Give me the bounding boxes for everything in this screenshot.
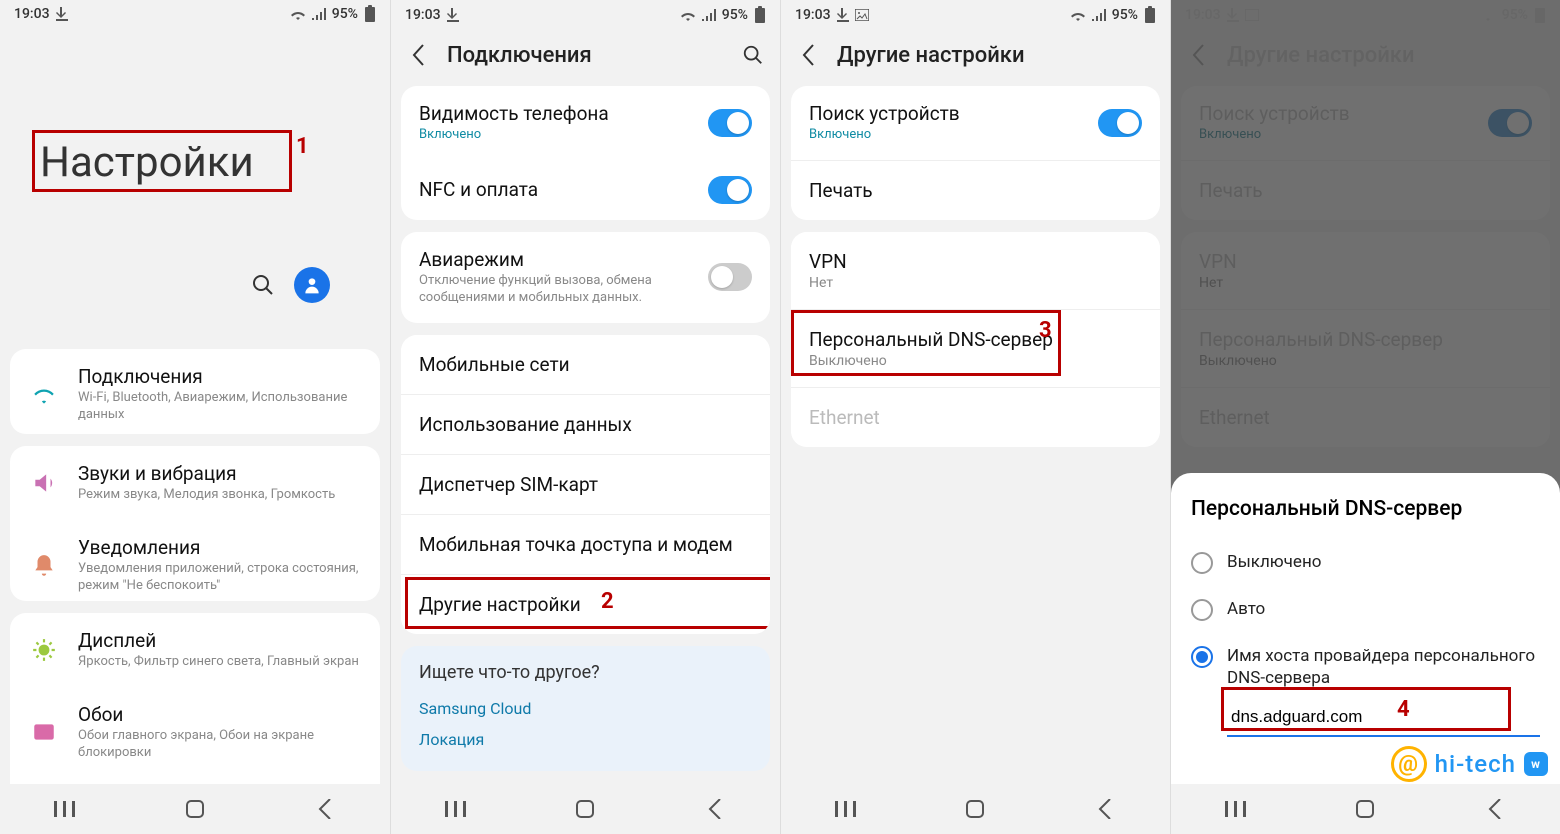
nav-bar: [391, 784, 780, 834]
annotation-number-3: 3: [1039, 318, 1052, 343]
wifi-icon: [290, 8, 306, 20]
nav-recents[interactable]: [1206, 794, 1266, 824]
row-airplane[interactable]: Авиарежим Отключение функций вызова, обм…: [401, 232, 770, 323]
radio-icon: [1191, 552, 1213, 574]
screen-settings-main: 19:03 95% Настройки 1: [0, 0, 390, 834]
download-icon: [56, 7, 68, 21]
back-icon[interactable]: [795, 42, 821, 68]
toggle-phone-visibility[interactable]: [708, 109, 752, 137]
annotation-number-2: 2: [601, 589, 614, 614]
link-location[interactable]: Локация: [419, 724, 752, 755]
battery-icon: [364, 5, 376, 23]
row-phone-visibility[interactable]: Видимость телефона Включено: [401, 86, 770, 160]
annotation-number-4: 4: [1397, 697, 1410, 722]
row-hotspot[interactable]: Мобильная точка доступа и модем: [401, 514, 770, 574]
status-bar: 19:03 95%: [391, 0, 780, 30]
nav-back[interactable]: [295, 794, 355, 824]
search-icon[interactable]: [740, 42, 766, 68]
nav-home[interactable]: [945, 794, 1005, 824]
radio-hostname[interactable]: Имя хоста провайдера персонального DNS-с…: [1191, 633, 1540, 749]
annotation-number-1: 1: [296, 134, 309, 159]
dialog-title: Персональный DNS-сервер: [1191, 497, 1540, 521]
toggle-airplane[interactable]: [708, 263, 752, 291]
link-samsung-cloud[interactable]: Samsung Cloud: [419, 693, 752, 724]
nav-home[interactable]: [555, 794, 615, 824]
nav-back[interactable]: [1075, 794, 1135, 824]
page-title: Настройки: [40, 138, 254, 187]
signal-icon: [702, 9, 716, 21]
dns-hostname-input[interactable]: [1227, 699, 1540, 737]
row-ethernet: Ethernet: [791, 387, 1160, 447]
watermark: @ hi-tech w: [1391, 746, 1548, 782]
sound-icon: [28, 467, 60, 499]
back-icon[interactable]: [405, 42, 431, 68]
row-more-settings[interactable]: Другие настройки: [401, 575, 770, 634]
row-wallpaper[interactable]: Обои Обои главного экрана, Обои на экран…: [10, 687, 380, 778]
settings-group-1: Подключения Wi-Fi, Bluetooth, Авиарежим,…: [10, 349, 380, 434]
status-time: 19:03: [14, 6, 50, 22]
wifi-icon: [680, 9, 696, 21]
screen-dns-dialog: 19:03 95% Другие настройки Поиск устройс…: [1170, 0, 1560, 834]
nav-bar: [1171, 784, 1560, 834]
profile-avatar[interactable]: [294, 267, 330, 303]
row-vpn[interactable]: VPN Нет: [791, 232, 1160, 309]
row-sim-manager[interactable]: Диспетчер SIM-карт: [401, 454, 770, 514]
download-icon: [837, 8, 849, 22]
toggle-nfc[interactable]: [708, 176, 752, 204]
wallpaper-icon: [28, 716, 60, 748]
row-sub: Wi-Fi, Bluetooth, Авиарежим, Использован…: [78, 390, 362, 424]
row-sounds[interactable]: Звуки и вибрация Режим звука, Мелодия зв…: [10, 446, 380, 520]
radio-icon: [1191, 599, 1213, 621]
screen-other-settings: 19:03 95% Другие настройки Поиск устройс…: [780, 0, 1170, 834]
nav-back[interactable]: [685, 794, 745, 824]
bell-icon: [28, 550, 60, 582]
settings-group-2: Звуки и вибрация Режим звука, Мелодия зв…: [10, 446, 380, 601]
row-display[interactable]: Дисплей Яркость, Фильтр синего света, Гл…: [10, 613, 380, 687]
radio-icon: [1191, 646, 1213, 668]
wifi-icon: [1070, 9, 1086, 21]
row-private-dns[interactable]: Персональный DNS-сервер Выключено: [791, 310, 1160, 387]
nav-home[interactable]: [165, 794, 225, 824]
image-icon: [855, 9, 869, 21]
display-icon: [28, 634, 60, 666]
battery-icon: [1144, 6, 1156, 24]
battery-pct: 95%: [332, 6, 358, 22]
signal-icon: [312, 8, 326, 20]
at-icon: @: [1391, 746, 1427, 782]
page-title: Подключения: [447, 43, 724, 68]
more-card: Ищете что-то другое? Samsung Cloud Локац…: [401, 646, 770, 771]
toggle-device-search[interactable]: [1098, 109, 1142, 137]
screen-connections: 19:03 95% Подключения Видимость телефона…: [390, 0, 780, 834]
radio-auto[interactable]: Авто: [1191, 586, 1540, 633]
battery-icon: [754, 6, 766, 24]
status-bar: 19:03 95%: [781, 0, 1170, 30]
nav-recents[interactable]: [816, 794, 876, 824]
nav-back[interactable]: [1465, 794, 1525, 824]
row-device-search[interactable]: Поиск устройств Включено: [791, 86, 1160, 160]
signal-icon: [1092, 9, 1106, 21]
nav-bar: [0, 784, 390, 834]
vk-icon: w: [1524, 752, 1548, 776]
row-data-usage[interactable]: Использование данных: [401, 394, 770, 454]
radio-off[interactable]: Выключено: [1191, 539, 1540, 586]
nav-recents[interactable]: [35, 794, 95, 824]
download-icon: [447, 8, 459, 22]
row-print[interactable]: Печать: [791, 160, 1160, 220]
row-connections[interactable]: Подключения Wi-Fi, Bluetooth, Авиарежим,…: [10, 349, 380, 434]
status-bar: 19:03 95%: [0, 0, 390, 28]
nav-home[interactable]: [1335, 794, 1395, 824]
nav-bar: [781, 784, 1170, 834]
row-nfc[interactable]: NFC и оплата: [401, 160, 770, 220]
search-icon[interactable]: [250, 272, 276, 298]
nav-recents[interactable]: [426, 794, 486, 824]
row-mobile-networks[interactable]: Мобильные сети: [401, 335, 770, 394]
page-title: Другие настройки: [837, 43, 1156, 68]
row-notifications[interactable]: Уведомления Уведомления приложений, стро…: [10, 520, 380, 601]
wifi-icon: [28, 379, 60, 411]
row-title: Подключения: [78, 365, 362, 388]
